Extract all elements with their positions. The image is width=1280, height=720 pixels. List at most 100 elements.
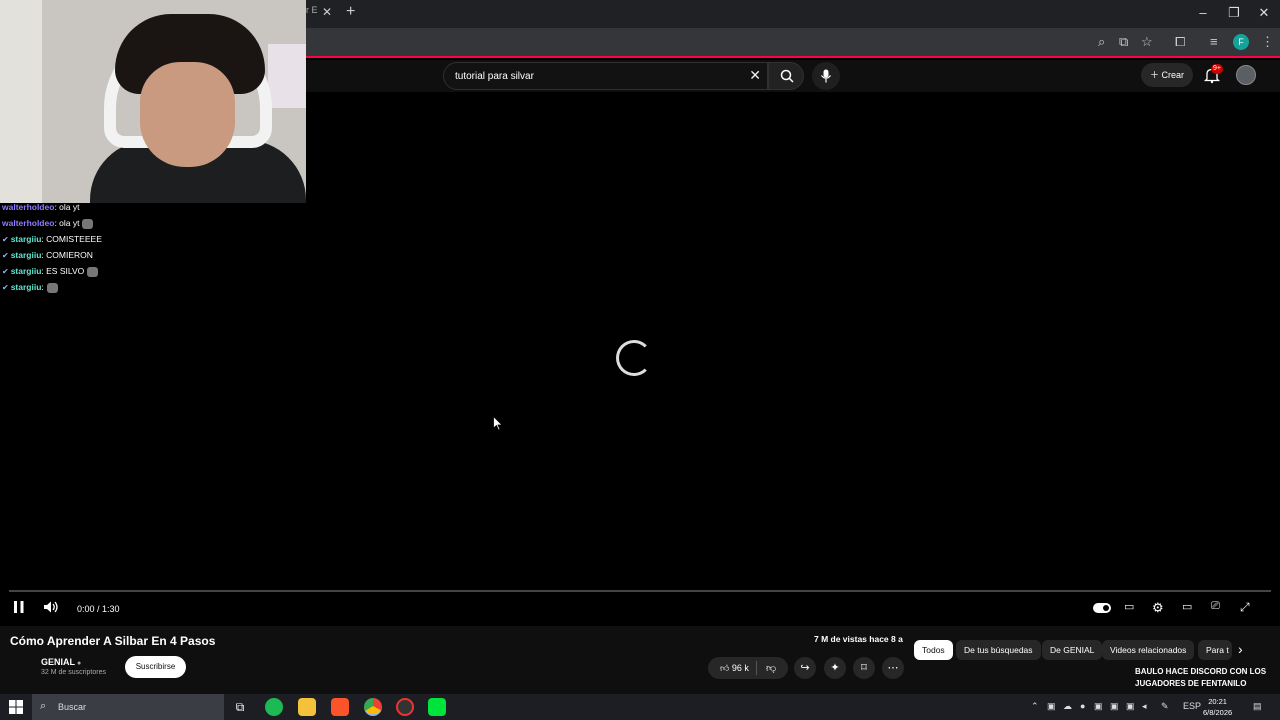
- extensions-icon[interactable]: ⧠: [1175, 34, 1185, 50]
- channel-avatar[interactable]: [10, 656, 34, 680]
- more-actions-icon[interactable]: ⋯: [882, 657, 904, 679]
- create-button[interactable]: ＋ Crear: [1141, 63, 1193, 87]
- chat-badge-icon: ✔: [2, 251, 9, 260]
- windows-taskbar: ⌕ Buscar ⧉ ⌃ ▣ ☁ ● ▣ ▣ ▣ ◂ ✎ ESP 20:21 6…: [0, 694, 1280, 720]
- microphone-tray-icon[interactable]: ●: [1080, 701, 1085, 711]
- bookmark-star-icon[interactable]: ☆: [1141, 34, 1153, 50]
- volume-icon: [44, 601, 58, 613]
- filter-chip[interactable]: Para t: [1198, 640, 1232, 660]
- obs-icon[interactable]: [396, 698, 414, 716]
- new-tab-button[interactable]: +: [346, 3, 355, 21]
- windows-start-icon[interactable]: [9, 700, 23, 714]
- filter-chip[interactable]: De tus búsquedas: [956, 640, 1041, 660]
- chat-message: walterholdeo: ola yt: [2, 199, 302, 215]
- filter-chip[interactable]: De GENIAL: [1042, 640, 1103, 660]
- settings-gear-icon[interactable]: ⚙: [1152, 600, 1164, 616]
- video-time: 0:00 / 1:30: [77, 604, 120, 614]
- tray-app-icon[interactable]: ▣: [1094, 701, 1103, 712]
- clock-date: 6/8/2026: [1203, 708, 1233, 717]
- recommended-video-title[interactable]: BAULO HACE DISCORD CON LOS JUGADORES DE …: [1135, 666, 1275, 690]
- search-button[interactable]: [768, 62, 804, 90]
- chat-text: : ola yt: [54, 202, 80, 212]
- search-icon: ⌕: [40, 700, 47, 712]
- notifications-icon[interactable]: ▤: [1253, 701, 1262, 712]
- taskbar-search[interactable]: ⌕ Buscar: [32, 694, 224, 720]
- like-button[interactable]: 👍︎ 96 k: [720, 663, 749, 674]
- video-info-panel: Cómo Aprender A Silbar En 4 Pasos GENIAL…: [0, 626, 1280, 694]
- chat-emote-icon: [82, 218, 94, 229]
- chrome-icon[interactable]: [364, 698, 382, 716]
- taskbar-search-label: Buscar: [58, 702, 87, 712]
- pause-icon: [14, 601, 24, 613]
- streaming-app-icon[interactable]: [428, 698, 446, 716]
- filter-chip[interactable]: Todos: [914, 640, 953, 660]
- autoplay-toggle[interactable]: [1093, 603, 1111, 613]
- chat-username: stargiiu: [10, 250, 42, 260]
- chat-text: :: [41, 282, 44, 292]
- tray-app-icon[interactable]: ▣: [1126, 701, 1135, 712]
- taskbar-clock[interactable]: 20:21 6/8/2026: [1203, 696, 1232, 718]
- pen-icon[interactable]: ✎: [1161, 701, 1169, 712]
- subtitles-icon[interactable]: ▭: [1124, 600, 1134, 613]
- create-button-label: Crear: [1161, 70, 1185, 80]
- webcam-poster: [268, 44, 306, 108]
- save-bookmark-icon[interactable]: ⌑: [853, 657, 875, 679]
- mute-button[interactable]: [43, 600, 59, 617]
- zoom-icon[interactable]: ⌕: [1098, 34, 1105, 50]
- window-close-icon[interactable]: ✕: [1256, 5, 1272, 21]
- search-icon: [780, 69, 794, 83]
- chat-text: : COMISTEEEE: [41, 234, 102, 244]
- chat-username: stargiiu: [10, 282, 42, 292]
- tray-app-icon[interactable]: ▣: [1047, 701, 1056, 712]
- notification-badge: 9+: [1211, 64, 1223, 74]
- pause-button[interactable]: [13, 600, 25, 617]
- clear-search-icon[interactable]: ✕: [749, 67, 761, 84]
- subscriber-count: 32 M de suscriptores: [41, 669, 106, 676]
- fullscreen-icon[interactable]: ⤢: [1240, 600, 1250, 615]
- file-explorer-icon[interactable]: [298, 698, 316, 716]
- chat-text: : ES SILVO: [41, 266, 85, 276]
- tab-close-icon[interactable]: ✕: [322, 5, 332, 19]
- minimize-icon[interactable]: –: [1195, 5, 1211, 20]
- account-avatar[interactable]: [1236, 65, 1256, 85]
- filter-chip[interactable]: Videos relacionados: [1102, 640, 1195, 660]
- search-input-value: tutorial para silvar: [455, 71, 534, 82]
- ask-sparkle-icon[interactable]: ✦: [824, 657, 846, 679]
- voice-search-button[interactable]: [812, 62, 840, 90]
- chevron-right-icon[interactable]: ›: [1238, 641, 1243, 657]
- tray-app-icon[interactable]: ▣: [1110, 701, 1119, 712]
- install-app-icon[interactable]: ⧉: [1119, 34, 1128, 50]
- cloud-icon[interactable]: ☁: [1063, 701, 1072, 712]
- media-controls-icon[interactable]: ≡: [1210, 34, 1218, 49]
- chat-message: ✔ stargiiu: ES SILVO: [2, 263, 302, 279]
- thumbs-down-icon[interactable]: 👎︎: [766, 662, 776, 674]
- cast-icon[interactable]: ⎚: [1211, 600, 1220, 613]
- chat-message: ✔ stargiiu:: [2, 279, 302, 295]
- chat-text: : ola yt: [54, 218, 80, 228]
- video-progress-bar[interactable]: [9, 590, 1271, 592]
- browser-profile-avatar[interactable]: F: [1233, 34, 1249, 50]
- chat-message: ✔ stargiiu: COMIERON: [2, 247, 302, 263]
- browser-tab-title[interactable]: r E: [306, 5, 318, 15]
- share-icon[interactable]: ↪: [794, 657, 816, 679]
- video-metadata: 7 M de vistas hace 8 a: [814, 634, 903, 644]
- microphone-icon: [821, 69, 831, 83]
- brave-browser-icon[interactable]: [331, 698, 349, 716]
- theater-mode-icon[interactable]: ▭: [1182, 600, 1192, 613]
- task-view-icon[interactable]: ⧉: [231, 698, 249, 716]
- speaker-icon[interactable]: ◂: [1142, 701, 1147, 712]
- browser-menu-icon[interactable]: ⋮: [1261, 34, 1274, 50]
- channel-name[interactable]: GENIAL ●: [41, 657, 81, 667]
- webcam-overlay: [0, 0, 306, 203]
- spotify-icon[interactable]: [265, 698, 283, 716]
- restore-icon[interactable]: ❐: [1226, 5, 1242, 21]
- search-input[interactable]: tutorial para silvar ✕: [443, 62, 768, 90]
- clock-time: 20:21: [1208, 697, 1227, 706]
- webcam-background: [0, 0, 42, 203]
- tray-overflow-icon[interactable]: ⌃: [1031, 701, 1039, 712]
- subscribe-button[interactable]: Suscribirse: [125, 656, 186, 678]
- language-indicator[interactable]: ESP: [1183, 701, 1201, 711]
- chat-username: stargiiu: [10, 234, 42, 244]
- video-title: Cómo Aprender A Silbar En 4 Pasos: [10, 634, 216, 648]
- chat-username: walterholdeo: [2, 218, 55, 228]
